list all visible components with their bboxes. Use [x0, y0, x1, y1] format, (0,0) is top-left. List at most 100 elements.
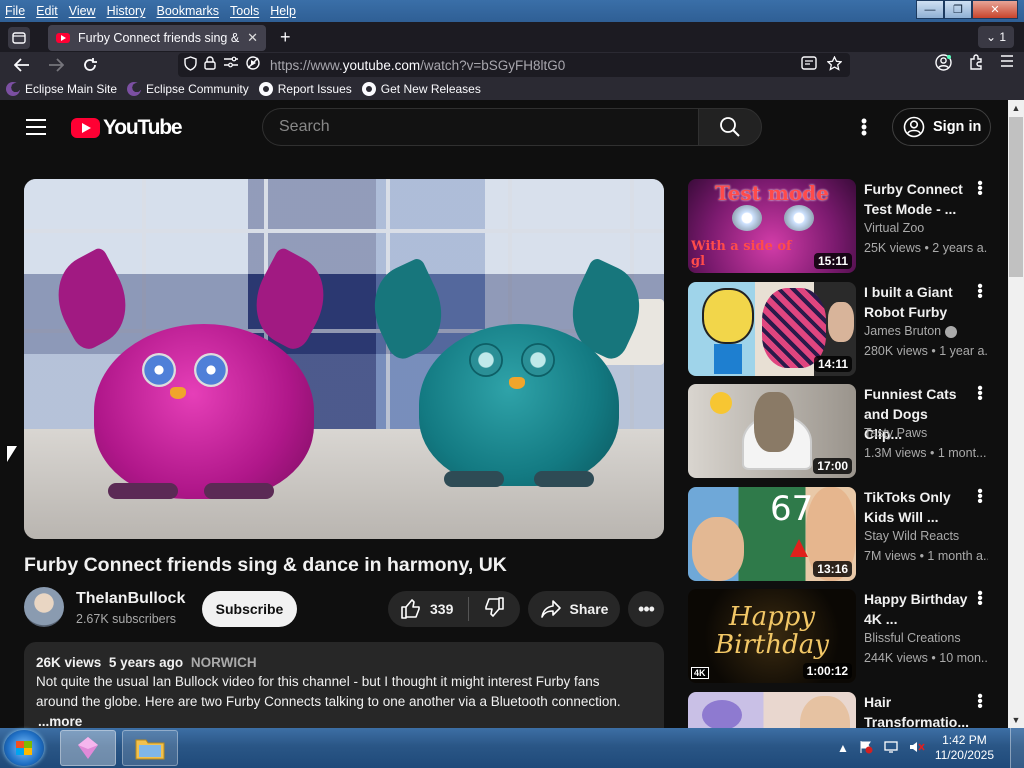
recommendation-more-icon[interactable]: • • • — [976, 484, 984, 510]
sign-in-button[interactable]: Sign in — [892, 108, 991, 146]
recommendation-more-icon[interactable]: • • • — [976, 689, 984, 715]
recommendation-thumbnail[interactable]: 14:11 — [688, 282, 856, 376]
subscriber-count: 2.67K subscribers — [76, 612, 177, 626]
forward-button[interactable] — [46, 55, 66, 75]
recommendation-title[interactable]: Hair Transformatio... — [864, 692, 969, 728]
menu-view[interactable]: View — [64, 4, 102, 18]
recommendation-channel[interactable]: Blissful Creations — [864, 631, 961, 645]
tab-close-icon[interactable]: ✕ — [247, 30, 258, 46]
show-desktop-button[interactable] — [1010, 728, 1024, 768]
show-more-link[interactable]: ...more — [38, 712, 656, 728]
browser-app-icon — [78, 737, 98, 759]
clock[interactable]: 1:42 PM 11/20/2025 — [935, 733, 994, 763]
url-bar[interactable]: https://www.youtube.com/watch?v=bSGyFH8l… — [178, 53, 850, 77]
recommendation-thumbnail[interactable]: 17:00 — [688, 384, 856, 478]
description-box[interactable]: 26K views 5 years ago NORWICH Not quite … — [24, 642, 664, 728]
share-button[interactable]: Share — [528, 591, 620, 627]
channel-avatar[interactable] — [24, 587, 64, 627]
recommendation-channel[interactable]: Tasty Paws — [864, 426, 927, 440]
recommendation-item[interactable]: Hair Transformatio... • • • — [688, 689, 988, 728]
app-menu-icon[interactable] — [1000, 54, 1014, 75]
url-text[interactable]: https://www.youtube.com/watch?v=bSGyFH8l… — [270, 58, 565, 73]
dislike-button[interactable] — [469, 596, 505, 623]
recommendation-more-icon[interactable]: • • • — [976, 381, 984, 407]
taskbar-browser-app[interactable] — [60, 730, 116, 766]
account-icon[interactable] — [935, 54, 952, 75]
autoplay-blocked-icon[interactable] — [246, 56, 260, 74]
recommendation-thumbnail[interactable]: 67 13:16 — [688, 487, 856, 581]
recommendation-thumbnail[interactable]: Happy Birthday 4K 1:00:12 — [688, 589, 856, 683]
recommendation-item[interactable]: Test mode With a side of gl 15:11 Furby … — [688, 176, 988, 273]
reader-view-icon[interactable] — [801, 56, 817, 74]
recommendation-channel[interactable]: Virtual Zoo — [864, 221, 924, 235]
back-button[interactable] — [12, 55, 32, 75]
new-tab-button[interactable]: + — [280, 28, 291, 46]
scroll-down-arrow-icon[interactable]: ▼ — [1008, 712, 1024, 728]
tab-list-button[interactable]: ⌄ 1 — [978, 26, 1014, 48]
start-button[interactable] — [4, 730, 44, 766]
youtube-play-icon — [71, 118, 100, 138]
lock-icon[interactable] — [204, 56, 216, 74]
maximize-button[interactable]: ❐ — [944, 0, 972, 19]
menu-file[interactable]: File — [0, 4, 31, 18]
extensions-icon[interactable] — [968, 54, 984, 75]
scroll-up-arrow-icon[interactable]: ▲ — [1008, 100, 1024, 116]
recommendation-channel[interactable]: Stay Wild Reacts — [864, 529, 959, 543]
4k-badge: 4K — [691, 667, 709, 679]
tracking-protection-shield-icon[interactable] — [184, 56, 197, 74]
location-tag[interactable]: NORWICH — [191, 655, 257, 670]
recommendation-item[interactable]: 14:11 I built a Giant Robot Furby James … — [688, 279, 988, 376]
subscribe-button[interactable]: Subscribe — [202, 591, 297, 627]
youtube-logo[interactable]: YouTube — [71, 116, 183, 140]
reload-button[interactable] — [80, 55, 100, 75]
recommendation-title[interactable]: Furby Connect Test Mode - ... — [864, 179, 968, 219]
bookmark-get-new-releases[interactable]: Get New Releases — [361, 82, 481, 96]
firefox-view-button[interactable] — [8, 27, 30, 49]
bookmark-eclipse-community[interactable]: Eclipse Community — [127, 82, 249, 96]
menu-edit[interactable]: Edit — [31, 4, 64, 18]
recommendation-thumbnail[interactable]: Test mode With a side of gl 15:11 — [688, 179, 856, 273]
tray-expand-icon[interactable]: ▲ — [837, 741, 849, 755]
recommendation-more-icon[interactable]: • • • — [976, 176, 984, 202]
url-domain: youtube.com — [342, 57, 421, 73]
menu-help[interactable]: Help — [265, 4, 302, 18]
recommendation-more-icon[interactable]: • • • — [976, 279, 984, 305]
permissions-icon[interactable] — [223, 56, 239, 74]
menu-history[interactable]: History — [102, 4, 152, 18]
thumbnail-eye — [784, 205, 814, 231]
bookmark-star-icon[interactable] — [826, 55, 843, 74]
guide-menu-icon[interactable] — [26, 119, 46, 140]
recommendation-title[interactable]: TikToks Only Kids Will ... — [864, 487, 968, 527]
tab-active[interactable]: Furby Connect friends sing & dance in ha… — [48, 25, 266, 51]
recommendation-item[interactable]: 17:00 Funniest Cats and Dogs Clip... Tas… — [688, 381, 988, 478]
scrollbar-thumb[interactable] — [1009, 117, 1023, 277]
thumbnail-cat — [754, 392, 794, 452]
search-button[interactable] — [698, 108, 762, 146]
search-input[interactable]: Search — [262, 108, 698, 146]
recommendation-title[interactable]: Happy Birthday 4K ... — [864, 589, 968, 629]
recommendation-channel[interactable]: James Bruton — [864, 324, 958, 338]
bookmark-eclipse-main-site[interactable]: Eclipse Main Site — [6, 82, 117, 96]
taskbar-explorer-app[interactable] — [122, 730, 178, 766]
minimize-button[interactable]: — — [916, 0, 944, 19]
bookmark-report-issues[interactable]: Report Issues — [258, 82, 352, 96]
channel-name[interactable]: TheIanBullock — [76, 590, 185, 608]
network-icon[interactable] — [883, 740, 899, 757]
recommendation-thumbnail[interactable] — [688, 692, 856, 728]
volume-muted-icon[interactable] — [909, 740, 925, 757]
recommendation-more-icon[interactable]: • • • — [976, 586, 984, 612]
settings-more-icon[interactable]: • • • — [858, 112, 870, 142]
close-button[interactable]: ✕ — [972, 0, 1018, 19]
action-center-flag-icon[interactable] — [859, 740, 873, 757]
recommendation-item[interactable]: Happy Birthday 4K 1:00:12 Happy Birthday… — [688, 586, 988, 683]
pink-furby — [94, 324, 314, 499]
menu-bookmarks[interactable]: Bookmarks — [151, 4, 225, 18]
pink-furby-foot — [204, 483, 274, 499]
more-actions-button[interactable]: ••• — [628, 591, 664, 627]
menu-tools[interactable]: Tools — [225, 4, 265, 18]
recommendation-title[interactable]: I built a Giant Robot Furby — [864, 282, 968, 322]
like-button[interactable]: 339 — [388, 598, 468, 620]
page-scrollbar[interactable]: ▲ ▼ — [1008, 100, 1024, 728]
video-player[interactable] — [24, 179, 664, 539]
recommendation-item[interactable]: 67 13:16 TikToks Only Kids Will ... Stay… — [688, 484, 988, 581]
